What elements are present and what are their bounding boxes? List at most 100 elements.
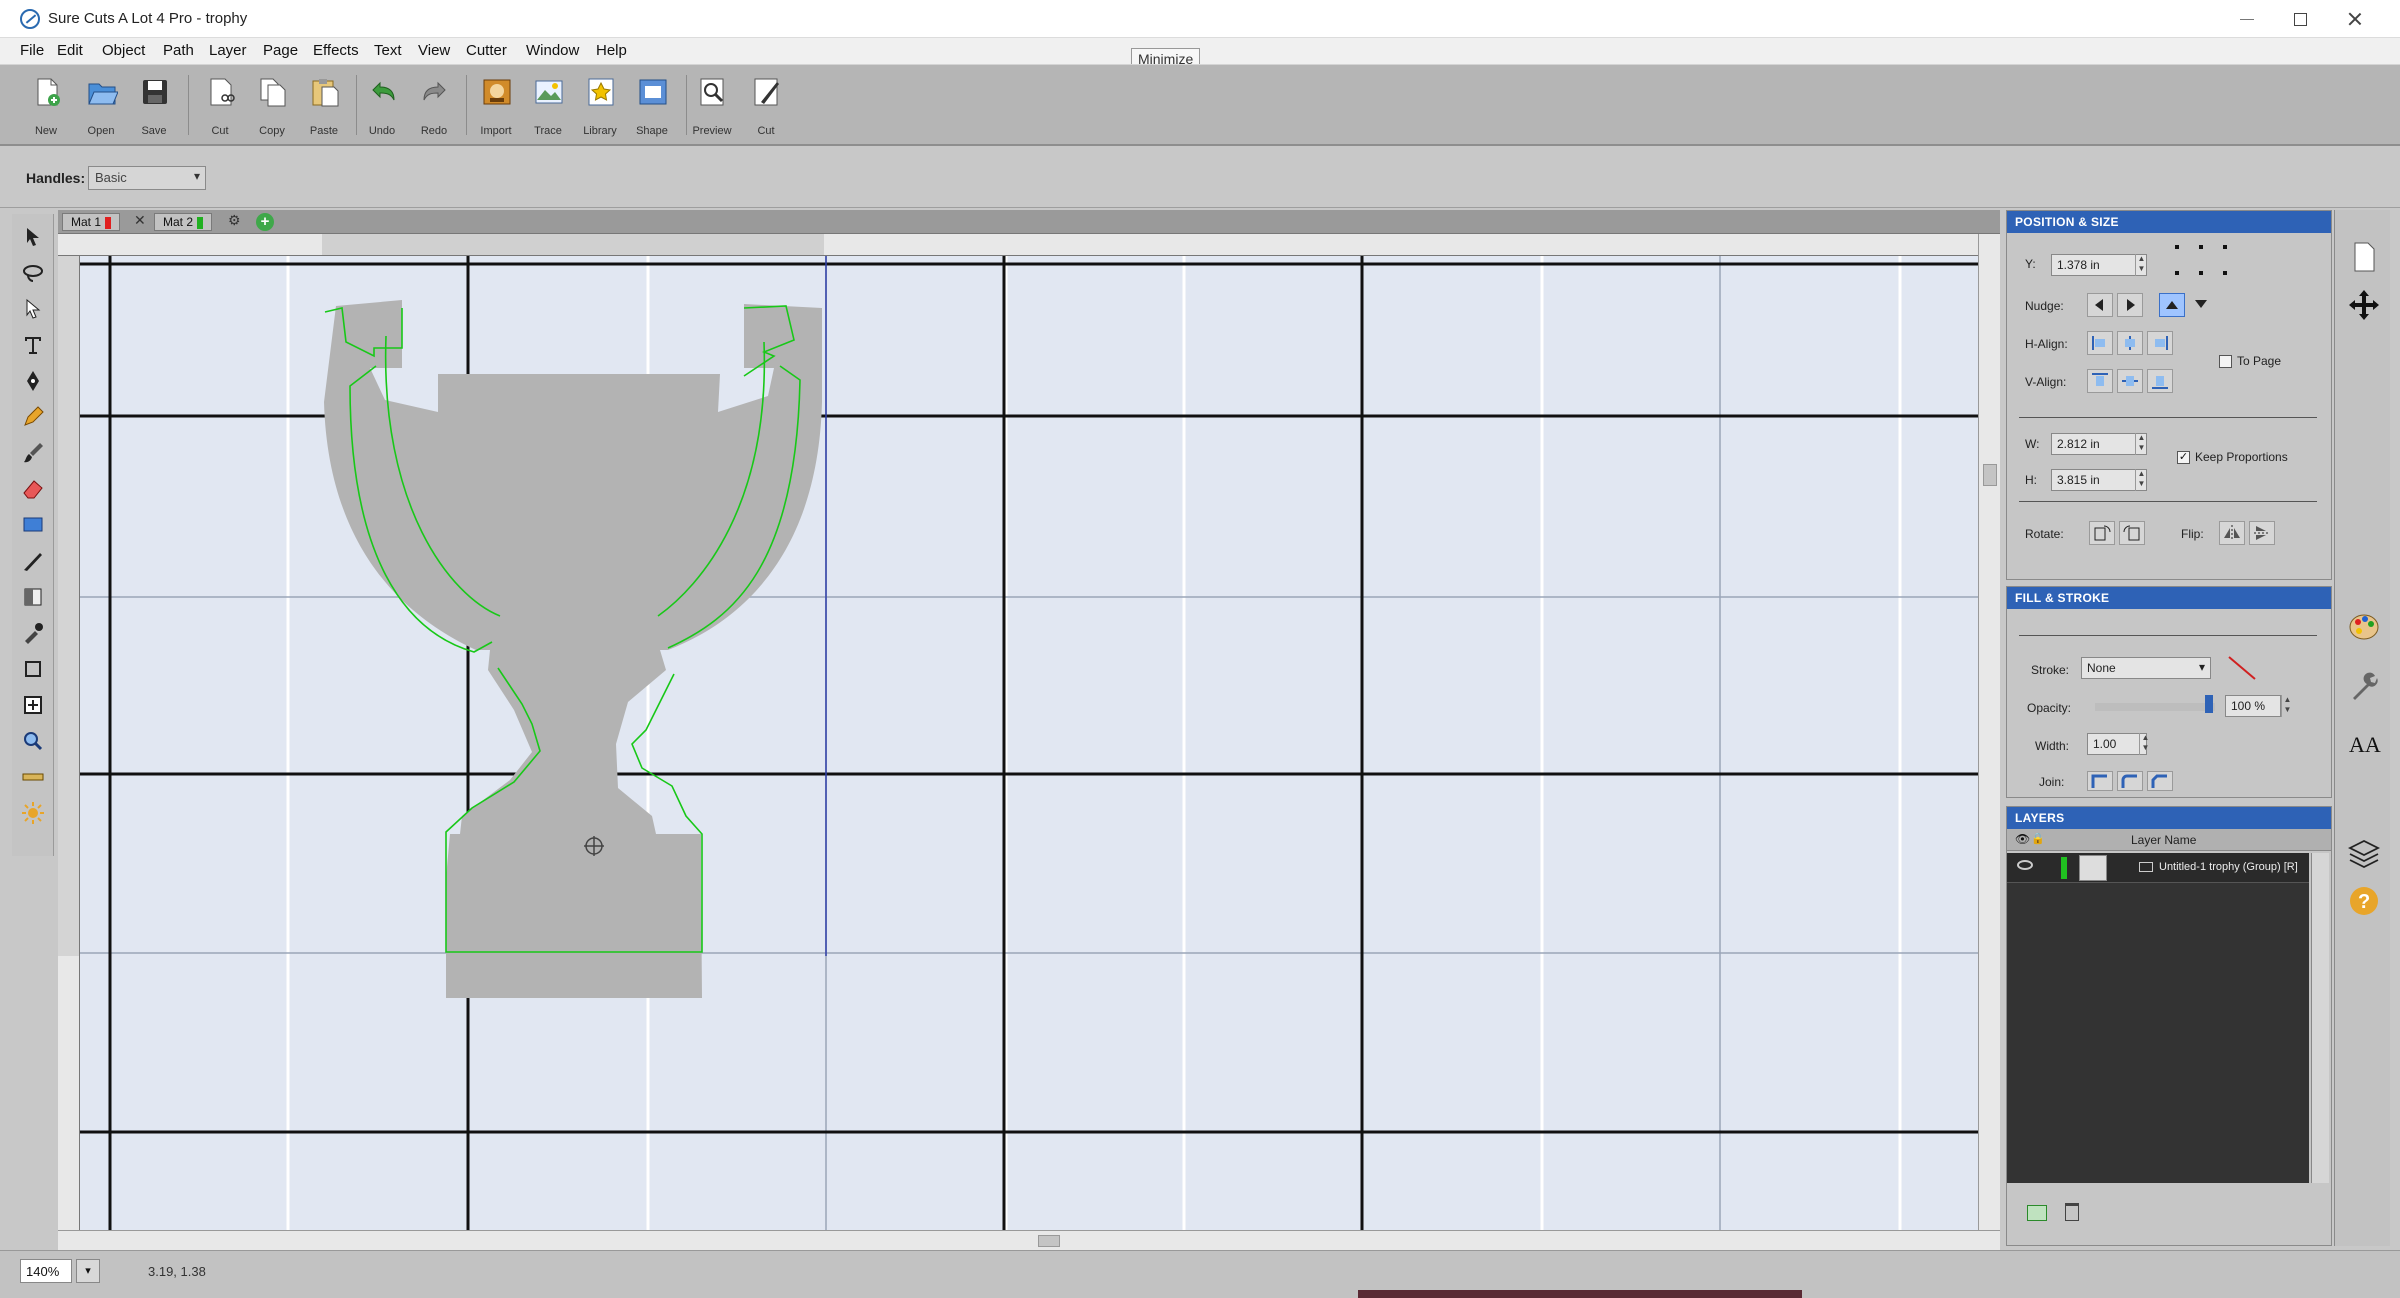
- new-button[interactable]: New: [22, 73, 70, 141]
- maximize-button[interactable]: [2278, 4, 2324, 34]
- library-button[interactable]: Library: [576, 73, 624, 141]
- text-style-icon[interactable]: AA: [2347, 726, 2381, 760]
- handles-dropdown[interactable]: Basic ▾: [88, 166, 206, 190]
- stroke-width-field[interactable]: 1.00: [2087, 733, 2147, 755]
- y-field[interactable]: 1.378 in: [2051, 254, 2147, 276]
- redo-button[interactable]: Redo: [410, 73, 458, 141]
- nudge-up-button[interactable]: [2159, 293, 2185, 317]
- flip-vertical-button[interactable]: [2249, 521, 2275, 545]
- join-miter-button[interactable]: [2087, 771, 2113, 791]
- close-window-button[interactable]: [2332, 4, 2378, 34]
- menu-layer[interactable]: Layer: [209, 42, 247, 59]
- menu-effects[interactable]: Effects: [313, 42, 359, 59]
- lasso-icon[interactable]: [20, 260, 46, 286]
- layer-row[interactable]: Untitled-1 trophy (Group) [R]: [2007, 853, 2309, 883]
- align-right-button[interactable]: [2147, 331, 2173, 355]
- trace-button[interactable]: Trace: [524, 73, 572, 141]
- brush-icon[interactable]: [20, 440, 46, 466]
- nudge-right-button[interactable]: [2117, 293, 2143, 317]
- menu-page[interactable]: Page: [263, 42, 298, 59]
- select-arrow-icon[interactable]: [20, 224, 46, 250]
- opacity-slider-handle[interactable]: [2205, 695, 2213, 713]
- keep-proportions-checkbox[interactable]: ✓: [2177, 451, 2190, 464]
- layers-scrollbar[interactable]: [2311, 853, 2329, 1183]
- visibility-eye-icon[interactable]: [2017, 860, 2033, 870]
- opacity-slider[interactable]: [2095, 703, 2215, 711]
- add-layer-icon[interactable]: [2027, 1205, 2047, 1221]
- weld-icon[interactable]: [20, 692, 46, 718]
- sun-icon[interactable]: [20, 800, 46, 826]
- stroke-width-spinner[interactable]: ▲ ▼: [2139, 733, 2151, 755]
- align-middle-button[interactable]: [2117, 369, 2143, 393]
- gradient-icon[interactable]: [20, 584, 46, 610]
- open-button[interactable]: Open: [77, 73, 125, 141]
- menu-view[interactable]: View: [418, 42, 450, 59]
- add-mat-button[interactable]: +: [256, 213, 274, 231]
- rotate-right-button[interactable]: [2119, 521, 2145, 545]
- design-canvas[interactable]: [80, 256, 1978, 1230]
- undo-button[interactable]: Undo: [358, 73, 406, 141]
- eyedropper-icon[interactable]: [20, 620, 46, 646]
- menu-edit[interactable]: Edit: [57, 42, 83, 59]
- knife-icon[interactable]: [20, 548, 46, 574]
- vertical-scroll-thumb[interactable]: [1983, 464, 1997, 486]
- move-arrows-icon[interactable]: [2347, 288, 2381, 322]
- y-spinner[interactable]: ▲ ▼: [2135, 254, 2147, 276]
- opacity-spinner[interactable]: ▲ ▼: [2281, 695, 2293, 717]
- to-page-checkbox[interactable]: [2219, 355, 2232, 368]
- align-left-button[interactable]: [2087, 331, 2113, 355]
- menu-text[interactable]: Text: [374, 42, 402, 59]
- join-bevel-button[interactable]: [2147, 771, 2173, 791]
- nudge-down-button[interactable]: [2189, 293, 2215, 317]
- menu-window[interactable]: Window: [526, 42, 579, 59]
- align-top-button[interactable]: [2087, 369, 2113, 393]
- nudge-left-button[interactable]: [2087, 293, 2113, 317]
- cut-button[interactable]: Cut: [196, 73, 244, 141]
- pen-icon[interactable]: [20, 368, 46, 394]
- horizontal-scrollbar[interactable]: [58, 1230, 2000, 1250]
- zoom-tool-icon[interactable]: [20, 728, 46, 754]
- paste-button[interactable]: Paste: [300, 73, 348, 141]
- crop-icon[interactable]: [20, 656, 46, 682]
- zoom-input[interactable]: 140%: [20, 1259, 72, 1283]
- close-tab-icon[interactable]: ✕: [134, 212, 146, 229]
- height-spinner[interactable]: ▲ ▼: [2135, 469, 2147, 491]
- node-edit-icon[interactable]: [20, 296, 46, 322]
- wrench-icon[interactable]: [2347, 670, 2381, 704]
- help-icon[interactable]: ?: [2347, 884, 2381, 918]
- tab-mat-1[interactable]: Mat 1: [62, 213, 121, 231]
- color-palette-icon[interactable]: [2347, 610, 2381, 644]
- stroke-color-swatch[interactable]: [2225, 653, 2259, 683]
- menu-path[interactable]: Path: [163, 42, 194, 59]
- save-button[interactable]: Save: [130, 73, 178, 141]
- menu-object[interactable]: Object: [102, 42, 145, 59]
- cut-send-button[interactable]: Cut: [742, 73, 790, 141]
- zoom-dropdown[interactable]: ▾: [76, 1259, 100, 1283]
- opacity-field[interactable]: 100 %: [2225, 695, 2281, 717]
- height-field[interactable]: 3.815 in: [2051, 469, 2147, 491]
- stroke-dropdown[interactable]: None ▾: [2081, 657, 2211, 679]
- vertical-scrollbar[interactable]: [1978, 234, 2000, 1230]
- join-round-button[interactable]: [2117, 771, 2143, 791]
- align-bottom-button[interactable]: [2147, 369, 2173, 393]
- width-spinner[interactable]: ▲ ▼: [2135, 433, 2147, 455]
- text-tool-icon[interactable]: [20, 332, 46, 358]
- preview-button[interactable]: Preview: [688, 73, 736, 141]
- copy-button[interactable]: Copy: [248, 73, 296, 141]
- flip-horizontal-button[interactable]: [2219, 521, 2245, 545]
- width-field[interactable]: 2.812 in: [2051, 433, 2147, 455]
- align-center-button[interactable]: [2117, 331, 2143, 355]
- delete-layer-icon[interactable]: [2065, 1203, 2079, 1221]
- tab-mat-2[interactable]: Mat 2: [154, 213, 213, 231]
- pencil-icon[interactable]: [20, 404, 46, 430]
- import-button[interactable]: Import: [472, 73, 520, 141]
- reference-point-grid[interactable]: [2173, 243, 2229, 279]
- horizontal-scroll-thumb[interactable]: [1038, 1235, 1060, 1247]
- rotate-left-button[interactable]: [2089, 521, 2115, 545]
- shape-button[interactable]: Shape: [628, 73, 676, 141]
- menu-file[interactable]: File: [20, 42, 44, 59]
- rectangle-tool-icon[interactable]: [20, 512, 46, 538]
- eraser-icon[interactable]: [20, 476, 46, 502]
- gear-icon[interactable]: ⚙: [228, 212, 241, 229]
- menu-cutter[interactable]: Cutter: [466, 42, 507, 59]
